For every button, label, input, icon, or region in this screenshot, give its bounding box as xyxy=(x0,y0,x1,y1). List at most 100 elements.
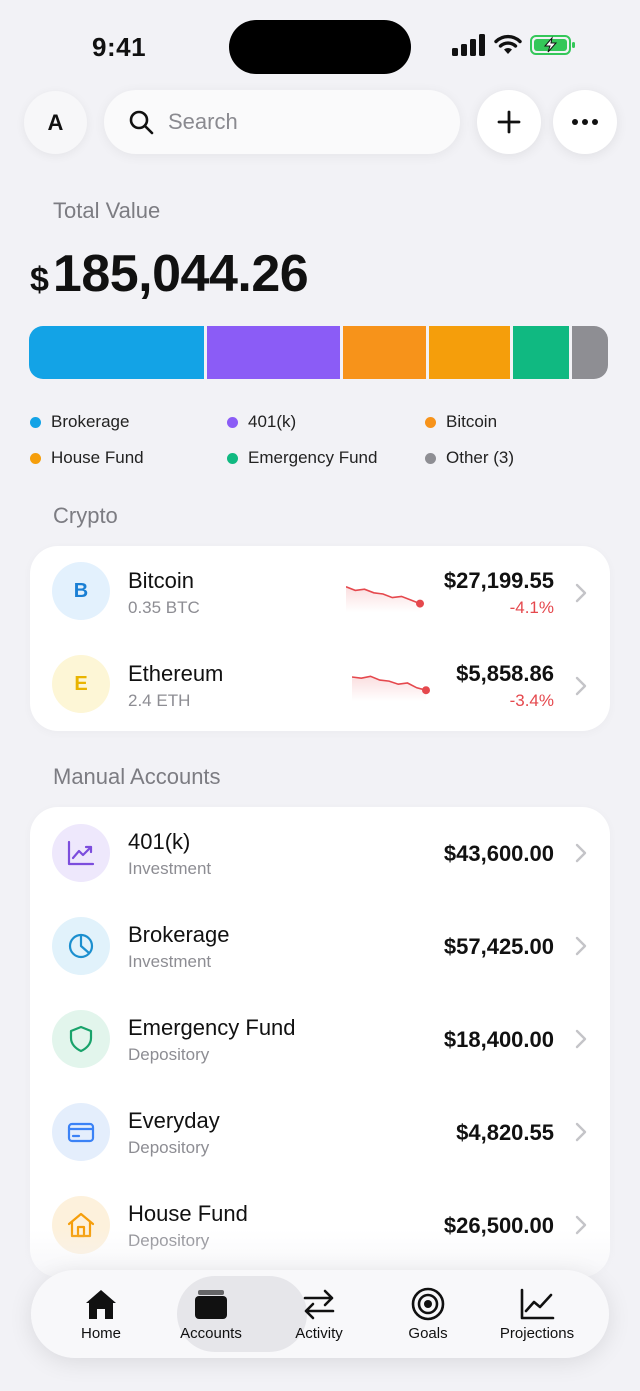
account-name: Everyday xyxy=(128,1108,220,1133)
crypto-coin-icon: E xyxy=(52,655,110,713)
manual-accounts-card: 401(k) Investment $43,600.00 Brokerage Inves… xyxy=(30,807,610,1277)
account-icon-badge xyxy=(52,1103,110,1161)
battery-charging-icon xyxy=(530,35,575,55)
legend-dot xyxy=(425,452,436,464)
legend-item: Other (3) xyxy=(425,448,514,468)
legend-item: Brokerage xyxy=(30,412,129,432)
shield-icon xyxy=(69,1025,93,1053)
status-icons xyxy=(452,34,576,56)
search-bar[interactable]: Search xyxy=(104,90,460,154)
crypto-card: B Bitcoin 0.35 BTC $27,199.55 -4.1% E Ethereum… xyxy=(30,546,610,731)
account-type: Investment xyxy=(128,859,212,878)
wifi-icon xyxy=(494,34,522,54)
crypto-value: $5,858.86 xyxy=(456,661,554,686)
more-button[interactable] xyxy=(553,90,617,154)
search-icon xyxy=(129,110,154,135)
add-button[interactable] xyxy=(477,90,541,154)
chevron-right-icon xyxy=(575,1122,587,1142)
chart-up-icon xyxy=(67,840,95,866)
legend-label: Bitcoin xyxy=(446,412,498,431)
account-name: House Fund xyxy=(128,1201,248,1226)
transfer-arrows-icon xyxy=(303,1289,335,1319)
total-value-label: Total Value xyxy=(53,198,161,223)
tab-goals[interactable]: Goals xyxy=(378,1270,478,1358)
legend-item: Emergency Fund xyxy=(227,448,377,468)
crypto-coin-icon: B xyxy=(52,562,110,620)
account-balance: $18,400.00 xyxy=(443,1027,554,1052)
account-row[interactable]: 401(k) Investment $43,600.00 xyxy=(30,807,610,900)
account-icon-badge xyxy=(52,824,110,882)
account-name: 401(k) xyxy=(128,829,191,854)
crypto-row[interactable]: B Bitcoin 0.35 BTC $27,199.55 -4.1% xyxy=(30,546,610,639)
account-type: Investment xyxy=(128,952,212,971)
wallet-icon xyxy=(195,1289,227,1319)
home-icon xyxy=(86,1289,116,1319)
credit-card-icon xyxy=(67,1122,95,1143)
dynamic-island xyxy=(229,20,411,74)
status-bar: 9:41 xyxy=(0,0,640,90)
cellular-signal-icon xyxy=(452,34,485,56)
tab-label: Projections xyxy=(499,1324,575,1342)
tab-bar: Home Accounts Activity Goals Projections xyxy=(31,1270,609,1358)
total-amount: 185,044.26 xyxy=(52,245,309,303)
sparkline-chart xyxy=(346,586,424,612)
allocation-segment[interactable] xyxy=(29,326,204,379)
account-type: Depository xyxy=(128,1045,210,1064)
account-row[interactable]: Everyday Depository $4,820.55 xyxy=(30,1086,610,1179)
legend-dot xyxy=(227,416,238,428)
allocation-segment[interactable] xyxy=(343,326,426,379)
account-balance: $57,425.00 xyxy=(443,934,554,959)
tab-label: Home xyxy=(80,1324,121,1342)
crypto-value: $27,199.55 xyxy=(443,568,554,593)
legend-dot xyxy=(425,416,436,428)
avatar-button[interactable]: A xyxy=(24,91,87,154)
target-icon xyxy=(411,1287,445,1320)
chevron-right-icon xyxy=(575,1029,587,1049)
total-currency: $ xyxy=(30,261,49,299)
allocation-segment[interactable] xyxy=(572,326,608,379)
legend-label: Brokerage xyxy=(51,412,130,431)
chevron-right-icon xyxy=(575,936,587,956)
plus-icon xyxy=(497,110,521,134)
tab-projections[interactable]: Projections xyxy=(487,1270,587,1358)
legend-item: Bitcoin xyxy=(425,412,497,432)
status-time: 9:41 xyxy=(92,32,147,62)
account-balance: $4,820.55 xyxy=(456,1120,554,1145)
account-balance: $43,600.00 xyxy=(443,841,554,866)
allocation-segment[interactable] xyxy=(429,326,510,379)
account-icon-badge xyxy=(52,917,110,975)
legend-item: House Fund xyxy=(30,448,144,468)
allocation-segment[interactable] xyxy=(207,326,340,379)
sparkline-end-dot xyxy=(416,599,424,608)
account-type: Depository xyxy=(128,1138,210,1157)
legend-label: Emergency Fund xyxy=(248,448,378,467)
sparkline-chart xyxy=(352,675,430,701)
manual-accounts-title: Manual Accounts xyxy=(53,764,221,789)
crypto-change: -4.1% xyxy=(509,598,554,617)
account-row[interactable]: Emergency Fund Depository $18,400.00 xyxy=(30,993,610,1086)
account-name: Emergency Fund xyxy=(128,1015,296,1040)
crypto-row[interactable]: E Ethereum 2.4 ETH $5,858.86 -3.4% xyxy=(30,639,610,731)
account-name: Brokerage xyxy=(128,922,230,947)
crypto-name: Ethereum xyxy=(128,661,224,686)
legend-dot xyxy=(30,416,41,428)
tab-label: Activity xyxy=(295,1324,343,1342)
ellipsis-icon xyxy=(572,119,598,125)
crypto-name: Bitcoin xyxy=(128,568,195,593)
tab-label: Accounts xyxy=(180,1324,242,1342)
legend-label: Other (3) xyxy=(446,448,515,467)
legend-dot xyxy=(30,452,41,464)
tab-accounts[interactable]: Accounts xyxy=(161,1270,261,1358)
tab-activity[interactable]: Activity xyxy=(269,1270,369,1358)
tab-home[interactable]: Home xyxy=(51,1270,151,1358)
total-value: $ 185,044.26 xyxy=(30,244,309,304)
crypto-holding: 2.4 ETH xyxy=(128,691,191,710)
account-row[interactable]: Brokerage Investment $57,425.00 xyxy=(30,900,610,993)
legend-label: 401(k) xyxy=(248,412,297,431)
sparkline-area xyxy=(352,676,426,701)
allocation-segment[interactable] xyxy=(513,326,569,379)
allocation-bar[interactable] xyxy=(29,326,608,379)
pie-chart-icon xyxy=(68,933,94,959)
account-icon-badge xyxy=(52,1010,110,1068)
chevron-right-icon xyxy=(575,676,587,696)
